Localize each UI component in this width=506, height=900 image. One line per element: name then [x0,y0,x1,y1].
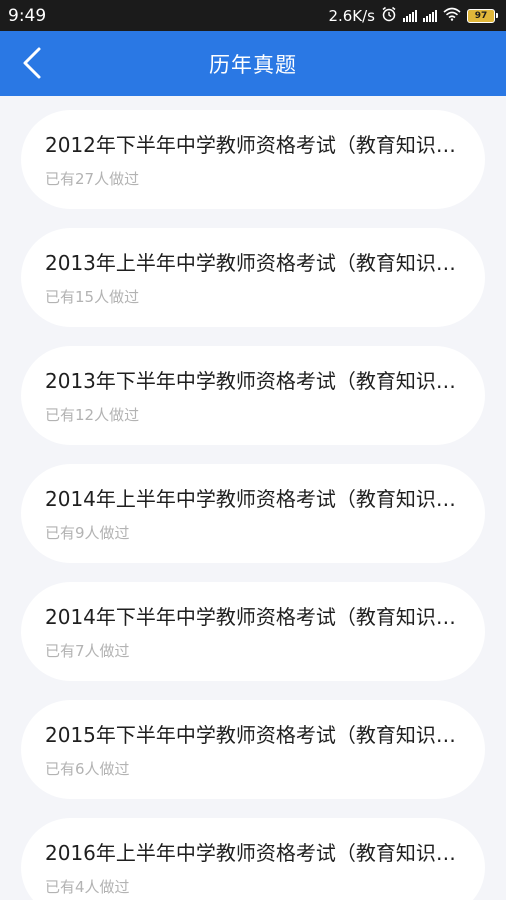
exam-item-2013-first-half[interactable]: 2013年上半年中学教师资格考试（教育知识与能力） 已有15人做过 [21,228,485,327]
exam-list[interactable]: 2012年下半年中学教师资格考试（教育知识与能力） 已有27人做过 2013年上… [0,96,506,900]
exam-done-count: 已有12人做过 [45,406,140,424]
exam-done-count: 已有9人做过 [45,524,130,542]
status-bar: 9:49 2.6K/s 97 [0,0,506,31]
exam-item-2013-second-half[interactable]: 2013年下半年中学教师资格考试（教育知识与能力） 已有12人做过 [21,346,485,445]
exam-title: 2014年上半年中学教师资格考试（教育知识与能力） [45,487,461,511]
app-header: 历年真题 [0,31,506,96]
network-speed: 2.6K/s [328,6,375,25]
signal-icon [423,9,437,22]
exam-done-count: 已有6人做过 [45,760,130,778]
page-title: 历年真题 [209,52,297,77]
alarm-clock-icon [381,6,397,26]
exam-done-count: 已有7人做过 [45,642,130,660]
exam-item-2016-first-half[interactable]: 2016年上半年中学教师资格考试（教育知识与能力） 已有4人做过 [21,818,485,900]
exam-title: 2012年下半年中学教师资格考试（教育知识与能力） [45,133,461,157]
exam-done-count: 已有4人做过 [45,878,130,896]
battery-level: 97 [467,8,495,23]
exam-title: 2016年上半年中学教师资格考试（教育知识与能力） [45,841,461,865]
status-time: 9:49 [8,5,47,26]
exam-done-count: 已有27人做过 [45,170,140,188]
exam-title: 2015年下半年中学教师资格考试（教育知识与能力） [45,723,461,747]
battery-icon: 97 [467,8,498,23]
chevron-left-icon [23,47,41,79]
back-button[interactable] [14,45,50,81]
exam-item-2012-second-half[interactable]: 2012年下半年中学教师资格考试（教育知识与能力） 已有27人做过 [21,110,485,209]
signal-icon [403,9,417,22]
exam-title: 2013年上半年中学教师资格考试（教育知识与能力） [45,251,461,275]
wifi-icon [443,7,461,25]
exam-title: 2013年下半年中学教师资格考试（教育知识与能力） [45,369,461,393]
exam-item-2014-first-half[interactable]: 2014年上半年中学教师资格考试（教育知识与能力） 已有9人做过 [21,464,485,563]
exam-item-2014-second-half[interactable]: 2014年下半年中学教师资格考试（教育知识与能力） 已有7人做过 [21,582,485,681]
exam-done-count: 已有15人做过 [45,288,140,306]
exam-title: 2014年下半年中学教师资格考试（教育知识与能力） [45,605,461,629]
status-indicators: 2.6K/s 97 [328,6,498,26]
exam-item-2015-second-half[interactable]: 2015年下半年中学教师资格考试（教育知识与能力） 已有6人做过 [21,700,485,799]
